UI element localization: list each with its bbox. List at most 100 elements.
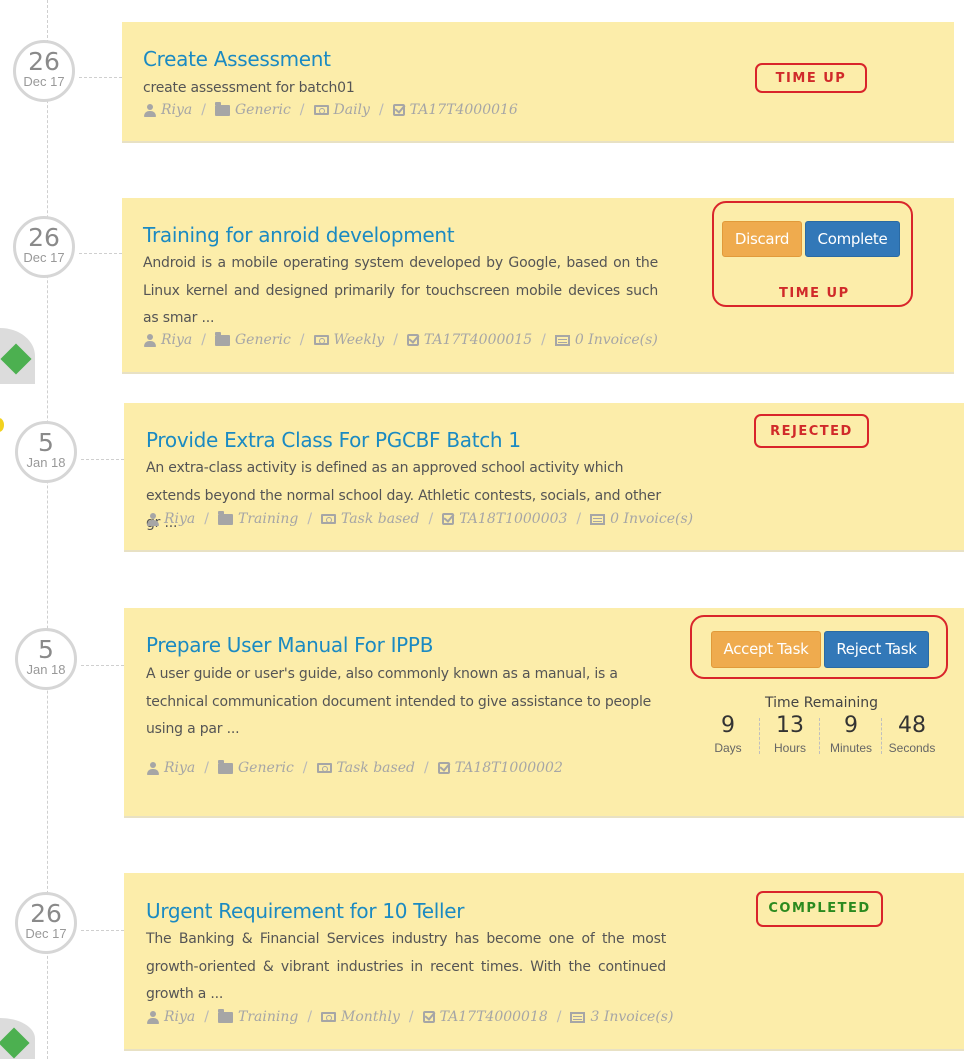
task-card: Urgent Requirement for 10 Teller The Ban… <box>124 873 964 1051</box>
timer-seconds-label: Seconds <box>888 741 936 755</box>
meta-category: Generic <box>235 102 291 118</box>
status-badge: REJECTED <box>754 414 869 448</box>
task-title[interactable]: Urgent Requirement for 10 Teller <box>146 899 465 923</box>
date-badge: 26 Dec 17 <box>15 892 77 954</box>
completed-icon <box>0 328 35 384</box>
money-icon <box>321 1012 337 1022</box>
checkbox-icon <box>406 334 419 346</box>
status-badge: TIME UP <box>755 63 867 93</box>
meta-user: Riya <box>161 332 193 348</box>
date-day: 5 <box>38 635 54 664</box>
action-box: Discard Complete TIME UP <box>712 201 913 307</box>
task-meta: Riya / Training / Task based / TA18T1000… <box>147 510 693 527</box>
task-description: Android is a mobile operating system dev… <box>143 255 658 326</box>
meta-task-id: TA18T1000002 <box>454 760 563 776</box>
timeline-connector <box>81 665 124 666</box>
task-card: Provide Extra Class For PGCBF Batch 1 An… <box>124 403 964 552</box>
meta-category: Training <box>238 511 299 527</box>
meta-invoices[interactable]: 3 Invoice(s) <box>590 1009 673 1025</box>
task-title[interactable]: Prepare User Manual For IPPB <box>146 633 433 657</box>
date-badge: 5 Jan 18 <box>15 421 77 483</box>
status-label: TIME UP <box>779 286 850 301</box>
meta-user: Riya <box>164 760 196 776</box>
timer-seconds-value: 48 <box>898 713 926 738</box>
action-box: Accept Task Reject Task <box>690 615 948 679</box>
timer-label: Time Remaining <box>765 695 879 711</box>
checkbox-icon <box>422 1011 435 1023</box>
meta-category: Generic <box>238 760 294 776</box>
task-title[interactable]: Training for anroid development <box>143 223 455 247</box>
meta-invoices[interactable]: 0 Invoice(s) <box>575 332 658 348</box>
meta-frequency: Task based <box>341 511 420 527</box>
date-day: 26 <box>28 47 60 76</box>
status-badge: COMPLETED <box>756 891 883 927</box>
date-month: Dec 17 <box>25 926 67 941</box>
folder-icon <box>218 759 233 774</box>
timer-hours-value: 13 <box>776 713 804 738</box>
meta-user: Riya <box>161 102 193 118</box>
date-badge: 26 Dec 17 <box>13 216 75 278</box>
task-title[interactable]: Provide Extra Class For PGCBF Batch 1 <box>146 428 521 452</box>
completed-icon <box>0 1018 35 1059</box>
timeline-connector <box>81 459 124 460</box>
task-meta: Riya / Generic / Daily / TA17T4000016 <box>144 101 518 118</box>
task-description: A user guide or user's guide, also commo… <box>146 666 652 737</box>
discard-button[interactable]: Discard <box>722 221 802 257</box>
task-description: The Banking & Financial Services industr… <box>146 931 666 1002</box>
timer-minutes: 9 Minutes <box>821 712 881 756</box>
task-card: Prepare User Manual For IPPB A user guid… <box>124 608 964 818</box>
money-icon <box>313 105 329 115</box>
reject-task-button[interactable]: Reject Task <box>824 631 929 668</box>
meta-task-id: TA17T4000018 <box>439 1009 548 1025</box>
invoice-icon <box>554 334 570 346</box>
folder-icon <box>215 331 230 346</box>
meta-user: Riya <box>164 511 196 527</box>
timeline-connector <box>79 253 122 254</box>
folder-icon <box>218 510 233 525</box>
timer-minutes-value: 9 <box>844 713 858 738</box>
timer-days: 9 Days <box>698 712 758 756</box>
checkbox-icon <box>392 104 405 116</box>
user-icon <box>147 761 159 775</box>
money-icon <box>313 335 329 345</box>
date-month: Dec 17 <box>23 74 65 89</box>
invoice-icon <box>570 1011 586 1023</box>
meta-frequency: Task based <box>336 760 415 776</box>
status-dot <box>0 418 4 432</box>
date-badge: 5 Jan 18 <box>15 628 77 690</box>
user-icon <box>147 1010 159 1024</box>
task-description: create assessment for batch01 <box>143 80 355 96</box>
timer-days-value: 9 <box>721 713 735 738</box>
date-month: Jan 18 <box>26 455 66 470</box>
timeline-connector <box>81 930 124 931</box>
timer-minutes-label: Minutes <box>829 741 873 755</box>
date-day: 5 <box>38 428 54 457</box>
accept-task-button[interactable]: Accept Task <box>711 631 821 668</box>
checkbox-icon <box>442 513 455 525</box>
timer-hours-label: Hours <box>773 741 806 755</box>
user-icon <box>144 333 156 347</box>
folder-icon <box>218 1008 233 1023</box>
meta-category: Generic <box>235 332 291 348</box>
date-badge: 26 Dec 17 <box>13 40 75 102</box>
task-card: Create Assessment create assessment for … <box>122 22 954 143</box>
complete-button[interactable]: Complete <box>805 221 900 257</box>
task-meta: Riya / Training / Monthly / TA17T4000018… <box>147 1008 673 1025</box>
date-month: Jan 18 <box>26 662 66 677</box>
date-month: Dec 17 <box>23 250 65 265</box>
timer-hours: 13 Hours <box>760 712 820 756</box>
meta-user: Riya <box>164 1009 196 1025</box>
user-icon <box>144 103 156 117</box>
task-card: Training for anroid development Android … <box>122 198 954 374</box>
money-icon <box>316 763 332 773</box>
task-meta: Riya / Generic / Task based / TA18T10000… <box>147 759 563 776</box>
date-day: 26 <box>28 223 60 252</box>
user-icon <box>147 512 159 526</box>
meta-invoices[interactable]: 0 Invoice(s) <box>610 511 693 527</box>
meta-category: Training <box>238 1009 299 1025</box>
meta-frequency: Monthly <box>341 1009 400 1025</box>
invoice-icon <box>590 513 606 525</box>
task-title[interactable]: Create Assessment <box>143 47 331 71</box>
timer-days-label: Days <box>714 741 742 755</box>
checkbox-icon <box>437 762 450 774</box>
